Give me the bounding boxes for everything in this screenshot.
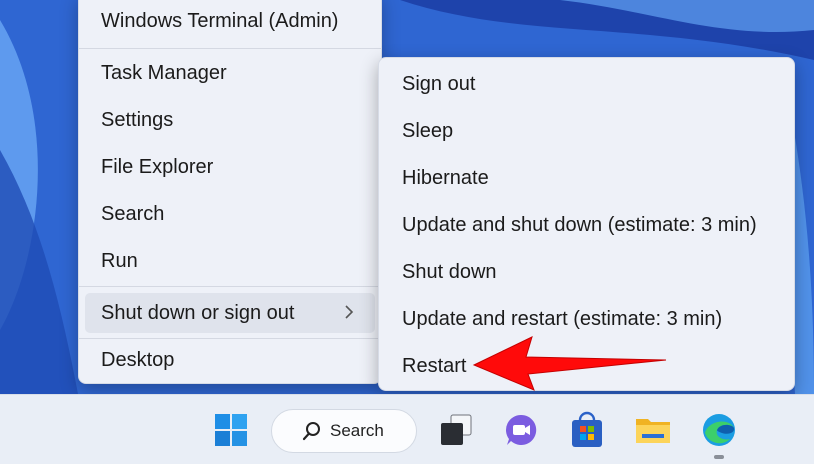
submenu-item-restart[interactable]: Restart	[385, 346, 788, 386]
menu-separator	[79, 338, 381, 339]
menu-item-search[interactable]: Search	[85, 194, 375, 234]
menu-item-run[interactable]: Run	[85, 241, 375, 281]
submenu-item-hibernate[interactable]: Hibernate	[385, 158, 788, 198]
menu-item-shut-down-or-sign-out[interactable]: Shut down or sign out	[85, 293, 375, 333]
menu-separator	[79, 286, 381, 287]
task-view-button[interactable]	[433, 407, 479, 453]
submenu-item-label: Restart	[402, 354, 467, 377]
chat-icon	[506, 414, 537, 445]
menu-item-windows-terminal-admin[interactable]: Windows Terminal (Admin)	[85, 1, 375, 41]
file-explorer-icon	[636, 419, 670, 443]
menu-item-desktop[interactable]: Desktop	[85, 340, 375, 380]
start-button[interactable]	[208, 407, 254, 453]
search-icon	[302, 422, 320, 441]
menu-item-label: Shut down or sign out	[101, 301, 295, 324]
menu-item-label: Search	[101, 202, 165, 225]
edge-button[interactable]	[696, 407, 742, 453]
file-explorer-button[interactable]	[630, 407, 676, 453]
menu-item-label: Windows Terminal (Admin)	[101, 9, 339, 32]
submenu-item-label: Hibernate	[402, 166, 489, 189]
submenu-item-update-and-shut-down[interactable]: Update and shut down (estimate: 3 min)	[385, 205, 788, 245]
submenu-item-sleep[interactable]: Sleep	[385, 111, 788, 151]
submenu-item-label: Shut down	[402, 260, 497, 283]
power-submenu: Sign out Sleep Hibernate Update and shut…	[378, 57, 795, 391]
submenu-item-label: Update and shut down (estimate: 3 min)	[402, 213, 757, 236]
menu-separator	[79, 48, 381, 49]
menu-item-task-manager[interactable]: Task Manager	[85, 53, 375, 93]
task-view-icon	[441, 414, 472, 445]
active-app-indicator	[714, 455, 724, 459]
submenu-item-update-and-restart[interactable]: Update and restart (estimate: 3 min)	[385, 299, 788, 339]
submenu-item-label: Update and restart (estimate: 3 min)	[402, 307, 723, 330]
microsoft-store-icon	[572, 411, 602, 447]
menu-item-label: File Explorer	[101, 155, 214, 178]
chevron-right-icon	[345, 305, 354, 319]
search-label: Search	[330, 421, 384, 440]
menu-item-label: Run	[101, 249, 138, 272]
quick-link-menu: Windows Terminal (Admin) Task Manager Se…	[78, 0, 382, 384]
taskbar-search-box[interactable]: Search	[271, 409, 417, 453]
windows-logo-icon	[215, 414, 247, 446]
menu-item-label: Settings	[101, 108, 174, 131]
microsoft-store-button[interactable]	[564, 407, 610, 453]
taskbar: Search	[0, 394, 814, 464]
submenu-item-label: Sleep	[402, 119, 454, 142]
submenu-item-label: Sign out	[402, 72, 476, 95]
chat-button[interactable]	[498, 407, 544, 453]
menu-item-settings[interactable]: Settings	[85, 100, 375, 140]
menu-item-label: Task Manager	[101, 61, 227, 84]
edge-icon	[703, 414, 735, 446]
submenu-item-sign-out[interactable]: Sign out	[385, 64, 788, 104]
submenu-item-shut-down[interactable]: Shut down	[385, 252, 788, 292]
menu-item-file-explorer[interactable]: File Explorer	[85, 147, 375, 187]
menu-item-label: Desktop	[101, 348, 175, 371]
